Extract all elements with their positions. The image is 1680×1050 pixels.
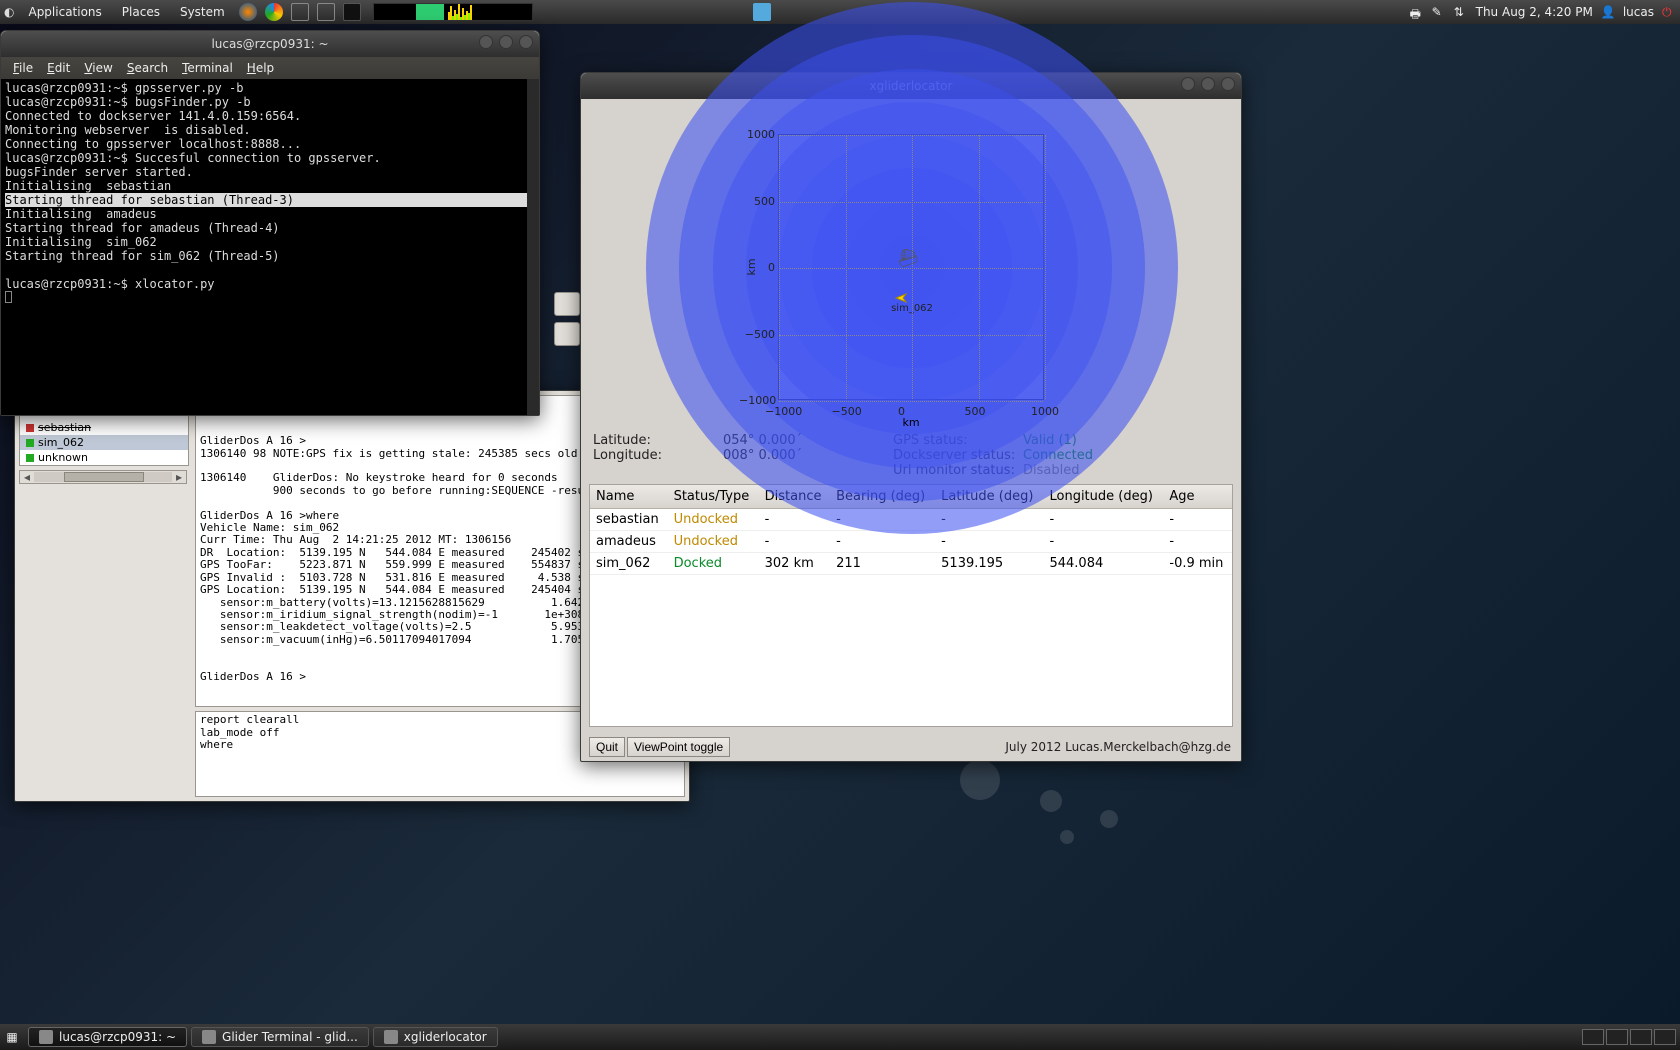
ytick-label: 500 [739,195,775,208]
scroll-thumb[interactable] [64,472,144,482]
plot[interactable]: km km ⛴ sim_062 −1000−50005001000−1000−5… [778,134,1044,400]
menu-places[interactable]: Places [116,5,166,19]
plot-area: km km ⛴ sim_062 −1000−50005001000−1000−5… [589,107,1233,427]
close-icon[interactable] [519,35,533,49]
close-icon[interactable] [1221,77,1235,91]
term-cursor [5,291,12,303]
glider-marker-icon [894,291,904,301]
task-button[interactable]: Glider Terminal - glid... [191,1027,369,1047]
ytick-label: 1000 [739,128,775,141]
credit-label: July 2012 Lucas.Merckelbach@hzg.de [1005,740,1233,754]
bg-btn-1[interactable] [554,292,580,316]
show-desktop-icon[interactable]: ▦ [0,1030,24,1044]
tree-scrollbar[interactable]: ◂ ▸ [19,470,187,484]
workspace-4[interactable] [1654,1029,1676,1045]
term-menu-terminal[interactable]: Terminal [176,61,239,75]
viewpoint-toggle-button[interactable]: ViewPoint toggle [627,737,730,757]
tree-item-sim_062[interactable]: sim_062 [20,435,188,450]
terminal-titlebar[interactable]: lucas@rzcp0931: ~ [1,31,539,57]
menu-applications[interactable]: Applications [22,5,107,19]
maximize-icon[interactable] [1201,77,1215,91]
terminal-menubar: File Edit View Search Terminal Help [1,57,539,79]
firefox-icon[interactable] [239,3,257,21]
tree-item-unknown[interactable]: unknown [20,450,188,465]
lon-label: Longitude: [593,448,723,463]
user-menu[interactable]: lucas [1623,5,1654,19]
bottom-panel: ▦ lucas@rzcp0931: ~ Glider Terminal - gli… [0,1024,1680,1050]
printer-icon[interactable]: 🖶 [1410,5,1424,19]
term-menu-edit[interactable]: Edit [41,61,76,75]
xtick-label: 1000 [1031,405,1059,418]
term-text-pre: lucas@rzcp0931:~$ gpsserver.py -b lucas@… [5,81,381,193]
xtick-label: 500 [965,405,986,418]
task-label: xgliderlocator [404,1030,487,1044]
scroll-right-icon[interactable]: ▸ [172,470,186,484]
task-button[interactable]: lucas@rzcp0931: ~ [28,1027,187,1047]
terminal-launcher-icon[interactable] [343,3,361,21]
col-header[interactable]: Name [590,485,668,509]
clock[interactable]: Thu Aug 2, 4:20 PM [1476,5,1593,19]
scroll-left-icon[interactable]: ◂ [20,470,34,484]
menu-system[interactable]: System [174,5,231,19]
plot-xlabel: km [902,416,919,429]
maximize-icon[interactable] [499,35,513,49]
workspace-switcher[interactable] [1582,1029,1676,1045]
ytick-label: 0 [739,261,775,274]
locator-footer: Quit ViewPoint toggle July 2012 Lucas.Me… [589,733,1233,757]
task-button[interactable]: xgliderlocator [373,1027,498,1047]
term-menu-search[interactable]: Search [121,61,174,75]
col-header[interactable]: Age [1163,485,1232,509]
terminal-body[interactable]: lucas@rzcp0931:~$ gpsserver.py -b lucas@… [1,79,539,415]
power-icon[interactable]: ⏻ [1662,5,1676,19]
xtick-label: 0 [898,405,905,418]
task-icon [202,1030,216,1044]
term-selection: Starting thread for sebastian (Thread-3) [5,193,294,207]
minimize-icon[interactable] [1181,77,1195,91]
ytick-label: −500 [739,328,775,341]
tree-item-label: sim_062 [38,436,84,449]
quit-button[interactable]: Quit [589,737,625,757]
col-header[interactable]: Status/Type [668,485,759,509]
tray-app-icon[interactable] [753,3,771,21]
minimize-icon[interactable] [479,35,493,49]
locator-window: xgliderlocator km km ⛴ sim_062 −1000−500… [580,72,1242,762]
pencil-icon[interactable]: ✎ [1432,5,1446,19]
network-icon[interactable]: ⇅ [1454,5,1468,19]
task-label: lucas@rzcp0931: ~ [59,1030,176,1044]
workspace-1[interactable] [1582,1029,1604,1045]
term-menu-help[interactable]: Help [241,61,280,75]
chromium-icon[interactable] [265,3,283,21]
task-icon [39,1030,53,1044]
task-icon [384,1030,398,1044]
tree-item-label: sebastian [38,421,91,434]
terminal-title: lucas@rzcp0931: ~ [211,37,328,51]
workspace-2[interactable] [1606,1029,1628,1045]
term-menu-file[interactable]: File [7,61,39,75]
window1-icon[interactable] [291,3,309,21]
lat-label: Latitude: [593,433,723,448]
term-menu-view[interactable]: View [78,61,118,75]
task-label: Glider Terminal - glid... [222,1030,358,1044]
background-toolbar [554,292,580,346]
table-row[interactable]: sim_062Docked302 km2115139.195544.084-0.… [590,553,1232,575]
term-text-post: Initialising amadeus Starting thread for… [5,207,280,291]
user-icon: 👤 [1601,5,1615,19]
xtick-label: −500 [832,405,862,418]
workspace-3[interactable] [1630,1029,1652,1045]
terminal-window: lucas@rzcp0931: ~ File Edit View Search … [0,30,540,416]
terminal-scrollbar[interactable] [527,79,539,415]
ytick-label: −1000 [739,394,775,407]
gnome-foot-icon[interactable]: ◐ [4,5,14,19]
bg-btn-2[interactable] [554,322,580,346]
tree-item-label: unknown [38,451,88,464]
window2-icon[interactable] [317,3,335,21]
system-monitor-applet[interactable] [373,3,533,21]
tree-item-sebastian[interactable]: sebastian [20,420,188,435]
col-header[interactable]: Longitude (deg) [1043,485,1163,509]
